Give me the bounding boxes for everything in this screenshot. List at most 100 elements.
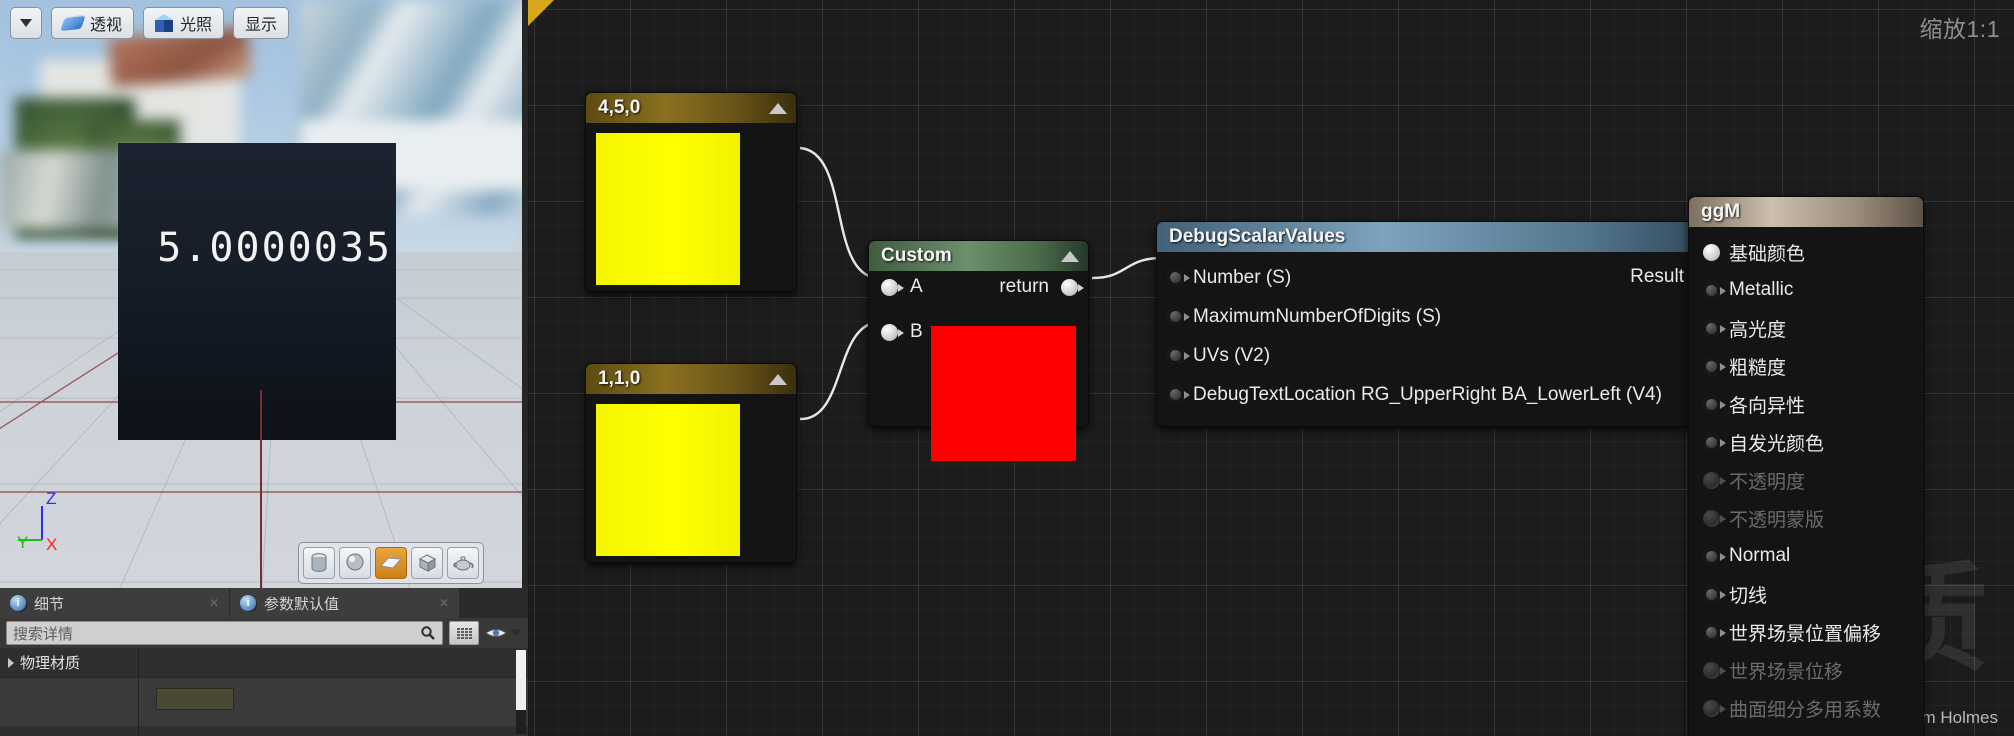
primitive-cylinder-button[interactable] — [303, 547, 335, 579]
input-pin-world-displacement[interactable] — [1703, 661, 1726, 679]
node-constant-450[interactable]: 4,5,0 — [585, 92, 797, 292]
input-label-number: Number (S) — [1193, 266, 1292, 288]
debug-number-readout: 5.0000035 — [157, 225, 392, 271]
node-body: 基础颜色 Metallic 高光度 粗糙度 各向异性 自发光颜色 不透明度 不透… — [1689, 227, 1923, 727]
details-scrollbar[interactable] — [516, 650, 526, 734]
material-editor-window: 5.0000035 透视 光照 显示 Z X Y i 细节 ✕ i 参数默认值 … — [0, 0, 2014, 736]
node-pin-row: 高光度 — [1689, 309, 1923, 347]
node-header[interactable]: DebugScalarValues — [1157, 222, 1723, 252]
node-pin-row: 自发光颜色 — [1689, 423, 1923, 461]
input-pin-normal[interactable] — [1703, 547, 1726, 565]
input-label-roughness: 粗糙度 — [1729, 357, 1787, 379]
input-pin-opacity-mask[interactable] — [1703, 509, 1726, 527]
node-debug-scalar-values[interactable]: DebugScalarValues Number (S) MaximumNumb… — [1156, 221, 1724, 427]
node-pin-row: 基础颜色 — [1689, 233, 1923, 271]
perspective-icon — [60, 14, 86, 32]
input-pin-b[interactable] — [881, 323, 904, 341]
node-title: DebugScalarValues — [1169, 226, 1346, 247]
input-label-metallic: Metallic — [1729, 279, 1794, 300]
input-pin-debug-text-location[interactable] — [1167, 386, 1190, 403]
node-header[interactable]: ggM — [1689, 197, 1923, 227]
node-title: 4,5,0 — [598, 97, 641, 118]
details-column-splitter[interactable] — [138, 648, 139, 736]
material-graph-canvas[interactable]: 缩放1:1 材质 CSDN @Addam Holmes 4,5,0 — [528, 0, 2014, 736]
chevron-up-icon[interactable] — [769, 102, 787, 114]
input-pin-world-position-offset[interactable] — [1703, 623, 1726, 641]
viewport-perspective-label: 透视 — [90, 17, 123, 34]
node-material-output-ggm[interactable]: ggM 基础颜色 Metallic 高光度 粗糙度 各向异性 自发光颜色 不透明… — [1688, 196, 1924, 736]
node-pin-row: Metallic — [1689, 271, 1923, 309]
input-pin-maximum-number-of-digits[interactable] — [1167, 308, 1190, 325]
input-pin-opacity[interactable] — [1703, 471, 1726, 489]
viewport-lighting-button[interactable]: 光照 — [143, 7, 225, 39]
chevron-up-icon[interactable] — [1061, 250, 1079, 262]
close-icon[interactable]: ✕ — [439, 596, 449, 610]
input-a-wrap: A — [881, 276, 923, 298]
details-visibility-button[interactable] — [485, 626, 522, 640]
viewport-show-button[interactable]: 显示 — [233, 7, 290, 39]
close-icon[interactable]: ✕ — [209, 596, 219, 610]
node-title: Custom — [881, 245, 952, 266]
node-header[interactable]: 4,5,0 — [586, 93, 796, 123]
input-pin-number[interactable] — [1167, 269, 1190, 286]
input-pin-metallic[interactable] — [1703, 281, 1726, 299]
details-property-swatch[interactable] — [156, 688, 234, 710]
tab-parameter-defaults[interactable]: i 参数默认值 ✕ — [230, 588, 460, 618]
node-pin-row: 不透明度 — [1689, 461, 1923, 499]
details-search-row: 搜索详情 — [0, 618, 528, 648]
primitive-plane-button[interactable] — [375, 547, 407, 579]
primitive-teapot-button[interactable] — [447, 547, 479, 579]
input-pin-roughness[interactable] — [1703, 357, 1726, 375]
input-pin-anisotropy[interactable] — [1703, 395, 1726, 413]
chevron-down-icon — [510, 629, 522, 637]
node-pin-row: 世界场景位置偏移 — [1689, 613, 1923, 651]
info-icon: i — [10, 595, 26, 611]
viewport-options-button[interactable] — [10, 7, 42, 39]
node-pin-row: 世界场景位移 — [1689, 651, 1923, 689]
input-label-debug-text-location: DebugTextLocation RG_UpperRight BA_Lower… — [1193, 383, 1662, 405]
material-preview-viewport[interactable]: 5.0000035 透视 光照 显示 Z X Y — [0, 0, 522, 588]
input-pin-specular[interactable] — [1703, 319, 1726, 337]
input-pin-tessellation-multiplier[interactable] — [1703, 699, 1726, 717]
input-pin-a[interactable] — [881, 278, 904, 296]
details-property-row[interactable] — [0, 678, 528, 726]
viewport-toolbar: 透视 光照 显示 — [0, 0, 522, 46]
node-header[interactable]: Custom — [869, 241, 1088, 271]
details-section-label: 物理材质 — [20, 655, 81, 672]
node-body — [586, 123, 796, 291]
output-label-result: Result — [1630, 266, 1684, 287]
search-icon — [421, 626, 435, 640]
graph-corner-accent — [528, 0, 554, 26]
node-header[interactable]: 1,1,0 — [586, 364, 796, 394]
info-icon: i — [240, 595, 256, 611]
input-label-b: B — [910, 321, 923, 342]
details-grid-view-button[interactable] — [449, 621, 479, 645]
chevron-down-icon — [20, 19, 32, 27]
chevron-up-icon[interactable] — [769, 373, 787, 385]
output-label-return: return — [999, 276, 1049, 297]
details-section-physical-material[interactable]: 物理材质 — [0, 648, 528, 678]
input-label-tessellation-multiplier: 曲面细分多用系数 — [1729, 699, 1882, 721]
details-section-label-wrap: 物理材质 — [0, 652, 138, 673]
node-row-a: A return — [869, 276, 1090, 298]
tab-details[interactable]: i 细节 ✕ — [0, 588, 230, 618]
viewport-perspective-button[interactable]: 透视 — [51, 7, 135, 39]
input-label-maximum-number-of-digits: MaximumNumberOfDigits (S) — [1193, 305, 1442, 327]
svg-text:Y: Y — [17, 533, 28, 552]
primitive-sphere-button[interactable] — [339, 547, 371, 579]
input-label-base-color: 基础颜色 — [1729, 243, 1806, 265]
input-label-anisotropy: 各向异性 — [1729, 395, 1806, 417]
node-constant-110[interactable]: 1,1,0 — [585, 363, 797, 563]
input-pin-base-color[interactable] — [1703, 243, 1720, 261]
primitive-cube-button[interactable] — [411, 547, 443, 579]
input-pin-tangent[interactable] — [1703, 585, 1726, 603]
input-pin-uvs[interactable] — [1167, 347, 1190, 364]
node-pin-row: 各向异性 — [1689, 385, 1923, 423]
output-pin-return[interactable] — [1061, 278, 1084, 296]
search-placeholder: 搜索详情 — [13, 625, 74, 643]
node-preview-swatch — [596, 404, 740, 556]
search-input[interactable]: 搜索详情 — [6, 621, 443, 645]
input-pin-emissive-color[interactable] — [1703, 433, 1726, 451]
node-custom[interactable]: Custom A return B — [868, 240, 1090, 461]
viewport-show-label: 显示 — [245, 17, 278, 34]
